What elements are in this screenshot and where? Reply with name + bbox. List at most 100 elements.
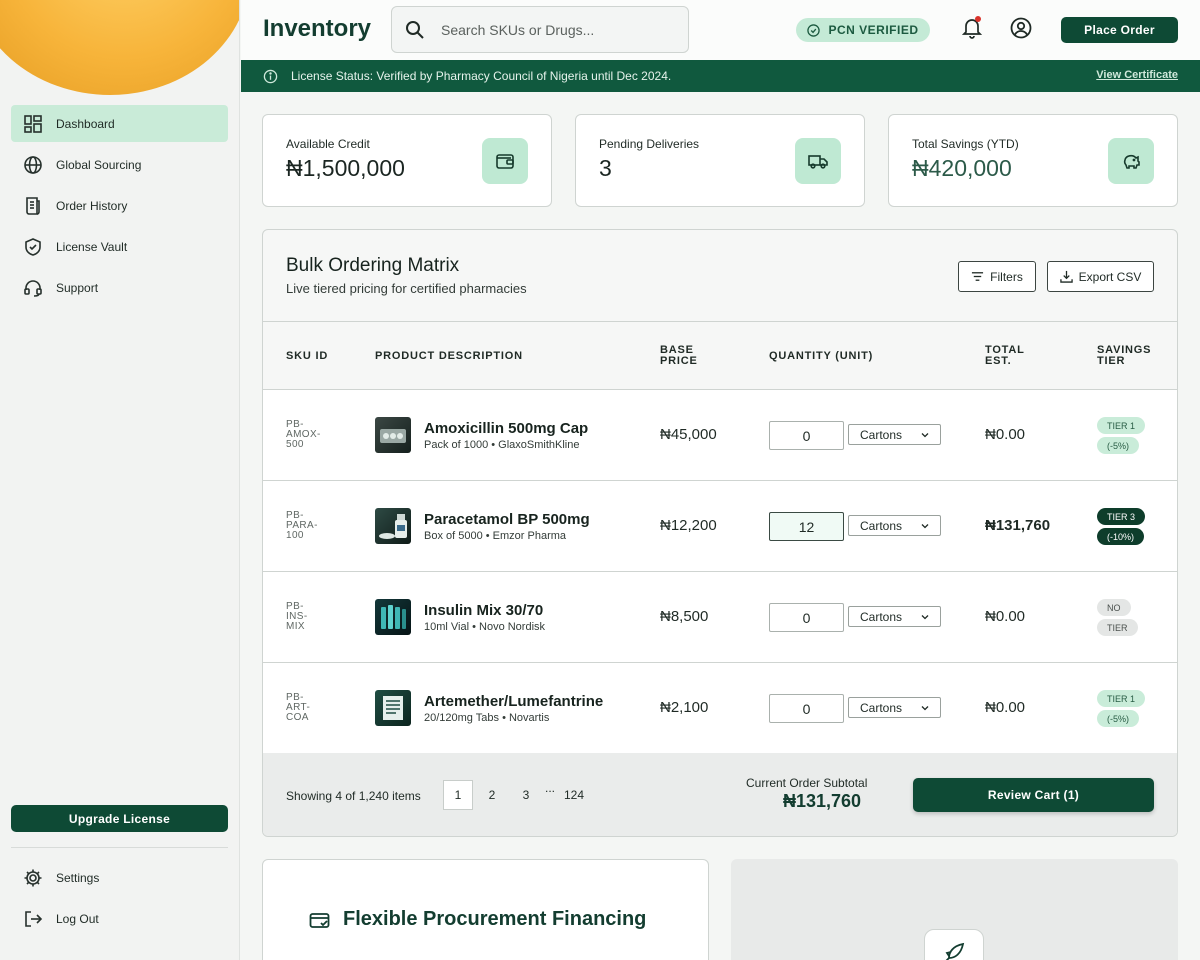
stat-label: Pending Deliveries [599, 137, 700, 151]
sidebar-item-label: Settings [56, 870, 100, 885]
total-estimate: ₦0.00 [985, 699, 1026, 716]
quantity-input[interactable] [769, 421, 844, 450]
savings-tier-badge: TIER 1 (-5%) [1097, 417, 1147, 457]
subtotal-value: ₦131,760 [783, 791, 862, 811]
product-name: Amoxicillin 500mg Cap [424, 420, 589, 437]
stat-label: Available Credit [286, 137, 370, 151]
page-title: Inventory [263, 15, 372, 42]
notification-dot [975, 16, 981, 22]
receipt-icon [26, 196, 40, 215]
tablet-box-image [383, 696, 403, 720]
tier-label: TIER 1 [1097, 417, 1146, 434]
upgrade-license-button[interactable]: Upgrade License [11, 805, 228, 832]
tier-label: TIER 3 [1097, 508, 1146, 525]
info-icon [263, 69, 278, 83]
chevron-down-icon [921, 614, 929, 619]
check-badge-icon [807, 23, 821, 37]
tier-discount: (-5%) [1097, 710, 1139, 727]
unit-select-value: Cartons [860, 700, 903, 715]
unit-select[interactable]: Cartons [848, 606, 941, 627]
page-button-1[interactable]: 1 [443, 780, 473, 810]
sidebar-item-label: Order History [56, 198, 128, 213]
sidebar-item-label: Dashboard [56, 116, 115, 131]
product-thumbnail [375, 599, 411, 635]
quantity-input[interactable] [769, 603, 844, 632]
product-description: 10ml Vial • Novo Nordisk [424, 621, 546, 633]
chevron-down-icon [921, 705, 929, 710]
filters-button[interactable]: Filters [958, 261, 1036, 292]
search-input[interactable] [441, 21, 661, 38]
product-thumbnail [375, 417, 411, 453]
table-row: PB- AMOX- 500 Amoxicillin 500mg Cap Pack… [263, 390, 1177, 481]
sidebar-divider [11, 847, 228, 848]
gear-icon [24, 869, 42, 886]
table-header: SKU ID PRODUCT DESCRIPTION BASE PRICE QU… [263, 321, 1177, 390]
sku-line: MIX [286, 621, 305, 632]
stat-icon-box [482, 138, 528, 184]
subtotal-label: Current Order Subtotal [746, 776, 868, 790]
brand-logo[interactable] [0, 0, 239, 95]
sidebar-bottom-nav: Settings Log Out [11, 859, 228, 941]
search-icon [406, 20, 424, 39]
sidebar: Dashboard Global Sourcing Order History … [0, 0, 240, 960]
base-price: ₦8,500 [660, 608, 709, 625]
stat-label: Total Savings (YTD) [912, 137, 1019, 151]
quantity-input[interactable] [769, 512, 844, 541]
badge-label: PCN VERIFIED [828, 23, 919, 37]
matrix-footer: Showing 4 of 1,240 items 1 2 3 ... 124 C… [263, 753, 1177, 836]
col-header-total: TOTAL EST. [985, 345, 1025, 367]
tier-discount: TIER [1097, 619, 1138, 636]
stat-value: 3 [599, 155, 612, 181]
stat-card-available-credit: Available Credit ₦1,500,000 [262, 114, 552, 207]
chevron-down-icon [921, 432, 929, 437]
total-estimate: ₦131,760 [985, 517, 1051, 534]
base-price: ₦12,200 [660, 517, 717, 534]
sidebar-item-logout[interactable]: Log Out [11, 900, 228, 937]
tier-label: NO [1097, 599, 1131, 616]
sku-id: PB- ART- COA [286, 693, 336, 723]
user-account-icon[interactable] [1010, 17, 1032, 39]
savings-tier-badge: TIER 1 (-5%) [1097, 690, 1147, 730]
page-button-2[interactable]: 2 [477, 780, 507, 810]
piggy-bank-icon [1123, 154, 1140, 169]
unit-select-value: Cartons [860, 427, 903, 442]
medicine-bottle-image [379, 514, 407, 539]
base-price: ₦2,100 [660, 699, 709, 716]
rocket-icon [945, 942, 965, 960]
stat-card-pending-deliveries: Pending Deliveries 3 [575, 114, 865, 207]
top-header: Inventory PCN VERIFIED Place Order [241, 0, 1200, 60]
product-description: Pack of 1000 • GlaxoSmithKline [424, 439, 580, 451]
page-button-last[interactable]: 124 [559, 780, 589, 810]
review-cart-button[interactable]: Review Cart (1) [913, 778, 1154, 812]
sidebar-item-order-history[interactable]: Order History [11, 187, 228, 224]
base-price: ₦45,000 [660, 426, 717, 443]
tier-label: TIER 1 [1097, 690, 1146, 707]
product-name: Insulin Mix 30/70 [424, 602, 544, 619]
wallet-icon [496, 154, 514, 169]
sidebar-item-settings[interactable]: Settings [11, 859, 228, 896]
place-order-button[interactable]: Place Order [1061, 17, 1178, 43]
export-csv-button[interactable]: Export CSV [1047, 261, 1154, 292]
sidebar-item-global-sourcing[interactable]: Global Sourcing [11, 146, 228, 183]
unit-select[interactable]: Cartons [848, 697, 941, 718]
table-row: PB- INS- MIX Insulin Mix 30/70 10ml Vial… [263, 572, 1177, 663]
unit-select[interactable]: Cartons [848, 515, 941, 536]
search-bar[interactable] [391, 6, 689, 53]
col-header-product: PRODUCT DESCRIPTION [375, 350, 523, 362]
sidebar-item-license-vault[interactable]: License Vault [11, 228, 228, 265]
sidebar-item-dashboard[interactable]: Dashboard [11, 105, 228, 142]
filter-icon [972, 272, 984, 281]
pcn-verified-badge: PCN VERIFIED [796, 18, 930, 42]
pill-pack-image [380, 429, 406, 443]
total-estimate: ₦0.00 [985, 608, 1026, 625]
logout-icon [25, 910, 43, 927]
unit-select[interactable]: Cartons [848, 424, 941, 445]
sidebar-item-label: Log Out [56, 911, 99, 926]
stat-icon-box [795, 138, 841, 184]
sidebar-item-support[interactable]: Support [11, 269, 228, 306]
chevron-down-icon [921, 523, 929, 528]
sidebar-item-label: Support [56, 280, 99, 295]
view-certificate-link[interactable]: View Certificate [1096, 69, 1178, 81]
unit-select-value: Cartons [860, 609, 903, 624]
quantity-input[interactable] [769, 694, 844, 723]
